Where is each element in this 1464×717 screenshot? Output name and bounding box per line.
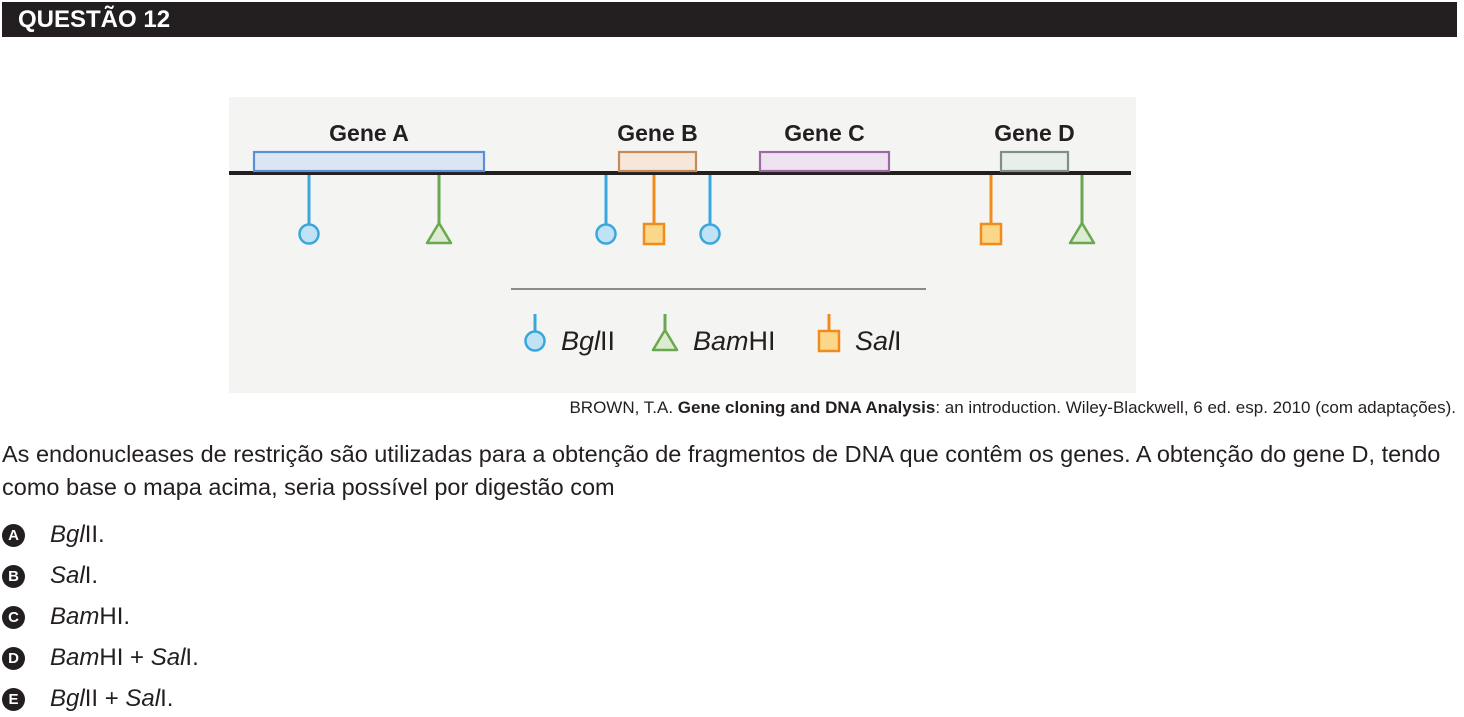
gene-c: Gene C bbox=[758, 120, 891, 173]
legend-item-sali: SalI bbox=[817, 314, 902, 356]
gene-label: Gene A bbox=[329, 120, 409, 146]
caption-title: Gene cloning and DNA Analysis bbox=[677, 398, 936, 417]
question-title: QUESTÃO 12 bbox=[18, 6, 171, 33]
gene-box bbox=[999, 150, 1070, 173]
restriction-site-bglii bbox=[699, 175, 721, 245]
legend-label: BamHI bbox=[693, 326, 776, 356]
restriction-site-bglii bbox=[298, 175, 320, 245]
option-letter-badge: A bbox=[2, 523, 25, 547]
option-text: BamHI + SalI. bbox=[50, 644, 199, 671]
option-letter-badge: E bbox=[2, 687, 25, 711]
restriction-site-sali bbox=[979, 175, 1003, 246]
gene-label: Gene B bbox=[617, 120, 698, 146]
caption-author: BROWN, T.A. bbox=[569, 398, 678, 417]
sali-symbol-icon bbox=[642, 222, 666, 246]
legend-label-italic: Bgl bbox=[561, 326, 601, 356]
option-c[interactable]: C BamHI. bbox=[0, 602, 400, 632]
option-text: BglII. bbox=[50, 521, 105, 548]
gene-b: Gene B bbox=[617, 120, 698, 173]
restriction-site-bamhi bbox=[1068, 175, 1096, 245]
bamhi-symbol-icon bbox=[1068, 221, 1096, 245]
gene-box bbox=[617, 150, 698, 173]
bamhi-symbol-icon bbox=[651, 328, 679, 352]
gene-d: Gene D bbox=[994, 120, 1075, 173]
sali-symbol-icon bbox=[979, 222, 1003, 246]
option-a[interactable]: A BglII. bbox=[0, 520, 400, 550]
bamhi-symbol-icon bbox=[425, 221, 453, 245]
sali-symbol-icon bbox=[817, 329, 841, 353]
legend-label-italic: Bam bbox=[693, 326, 749, 356]
gene-box bbox=[252, 150, 486, 173]
question-header: QUESTÃO 12 bbox=[2, 2, 1457, 37]
bglii-symbol-icon bbox=[699, 223, 721, 245]
option-text: BglII + SalI. bbox=[50, 685, 174, 712]
restriction-site-bglii bbox=[595, 175, 617, 245]
legend-item-bglii: BglII bbox=[524, 314, 615, 356]
legend-label-rest: II bbox=[600, 326, 615, 356]
option-text: SalI. bbox=[50, 562, 99, 589]
legend-label-rest: HI bbox=[749, 326, 776, 356]
legend-item-bamhi: BamHI bbox=[651, 314, 776, 356]
bglii-symbol-icon bbox=[524, 330, 546, 352]
question-stem: As endonucleases de restrição são utiliz… bbox=[2, 441, 1441, 500]
restriction-site-sali bbox=[642, 175, 666, 246]
caption-rest: : an introduction. Wiley-Blackwell, 6 ed… bbox=[935, 398, 1456, 417]
option-e[interactable]: E BglII + SalI. bbox=[0, 684, 400, 714]
legend-label-italic: Sal bbox=[855, 326, 895, 356]
gene-box bbox=[758, 150, 891, 173]
option-d[interactable]: D BamHI + SalI. bbox=[0, 643, 400, 673]
legend-label: SalI bbox=[855, 326, 902, 356]
restriction-map-figure: Gene A Gene B Gene C Gene D BglII BamHI SalI bbox=[229, 97, 1136, 393]
option-letter-badge: B bbox=[2, 564, 25, 588]
bglii-symbol-icon bbox=[595, 223, 617, 245]
option-b[interactable]: B SalI. bbox=[0, 561, 400, 591]
legend-label: BglII bbox=[561, 326, 615, 356]
gene-a: Gene A bbox=[252, 120, 486, 173]
gene-label: Gene C bbox=[784, 120, 865, 146]
restriction-map: Gene A Gene B Gene C Gene D BglII BamHI SalI bbox=[229, 120, 1131, 356]
gene-label: Gene D bbox=[994, 120, 1075, 146]
option-letter-badge: D bbox=[2, 646, 25, 670]
option-text: BamHI. bbox=[50, 603, 131, 630]
figure-caption: BROWN, T.A. Gene cloning and DNA Analysi… bbox=[569, 397, 1456, 419]
legend-label-rest: I bbox=[894, 326, 902, 356]
option-letter-badge: C bbox=[2, 605, 25, 629]
bglii-symbol-icon bbox=[298, 223, 320, 245]
restriction-site-bamhi bbox=[425, 175, 453, 245]
